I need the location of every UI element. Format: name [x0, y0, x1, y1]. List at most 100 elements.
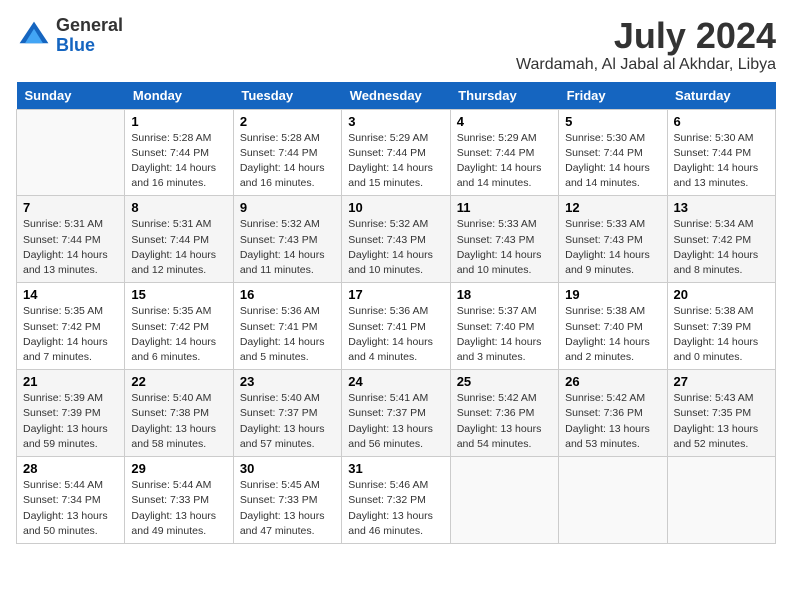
calendar-cell: 26Sunrise: 5:42 AMSunset: 7:36 PMDayligh… — [559, 370, 667, 457]
day-number: 17 — [348, 287, 443, 302]
day-number: 8 — [131, 200, 226, 215]
day-number: 11 — [457, 200, 552, 215]
day-number: 20 — [674, 287, 769, 302]
weekday-header-thursday: Thursday — [450, 82, 558, 110]
calendar-cell: 13 Sunrise: 5:34 AMSunset: 7:42 PMDayligh… — [667, 196, 775, 283]
calendar-cell: 17 Sunrise: 5:36 AMSunset: 7:41 PMDayligh… — [342, 283, 450, 370]
logo-general: General — [56, 15, 123, 35]
day-number: 5 — [565, 114, 660, 129]
day-info: Sunrise: 5:31 AMSunset: 7:44 PMDaylight:… — [131, 217, 226, 278]
calendar-cell: 5Sunrise: 5:30 AMSunset: 7:44 PMDaylight… — [559, 109, 667, 196]
calendar-cell: 31 Sunrise: 5:46 AMSunset: 7:32 PMDayligh… — [342, 457, 450, 544]
day-number: 30 — [240, 461, 335, 476]
day-info: Sunrise: 5:31 AMSunset: 7:44 PMDaylight:… — [23, 217, 118, 278]
day-info: Sunrise: 5:32 AMSunset: 7:43 PMDaylight:… — [348, 217, 443, 278]
day-info: Sunrise: 5:44 AMSunset: 7:34 PMDaylight:… — [23, 478, 118, 539]
calendar-cell: 6 Sunrise: 5:30 AMSunset: 7:44 PMDaylight… — [667, 109, 775, 196]
day-info: Sunrise: 5:35 AMSunset: 7:42 PMDaylight:… — [23, 304, 118, 365]
calendar-cell: 7Sunrise: 5:31 AMSunset: 7:44 PMDaylight… — [17, 196, 125, 283]
day-number: 27 — [674, 374, 769, 389]
day-number: 6 — [674, 114, 769, 129]
calendar-cell: 18Sunrise: 5:37 AMSunset: 7:40 PMDayligh… — [450, 283, 558, 370]
week-row-1: 1 Sunrise: 5:28 AMSunset: 7:44 PMDaylight… — [17, 109, 776, 196]
day-number: 24 — [348, 374, 443, 389]
day-number: 2 — [240, 114, 335, 129]
calendar-cell: 29 Sunrise: 5:44 AMSunset: 7:33 PMDayligh… — [125, 457, 233, 544]
calendar-cell: 24 Sunrise: 5:41 AMSunset: 7:37 PMDayligh… — [342, 370, 450, 457]
logo-blue: Blue — [56, 35, 95, 55]
day-number: 1 — [131, 114, 226, 129]
day-info: Sunrise: 5:30 AMSunset: 7:44 PMDaylight:… — [674, 131, 769, 192]
calendar-cell: 30Sunrise: 5:45 AMSunset: 7:33 PMDayligh… — [233, 457, 341, 544]
logo-text: General Blue — [56, 16, 123, 56]
weekday-header-sunday: Sunday — [17, 82, 125, 110]
day-number: 28 — [23, 461, 118, 476]
day-number: 12 — [565, 200, 660, 215]
calendar-cell: 28 Sunrise: 5:44 AMSunset: 7:34 PMDayligh… — [17, 457, 125, 544]
calendar-cell: 12 Sunrise: 5:33 AMSunset: 7:43 PMDayligh… — [559, 196, 667, 283]
day-number: 31 — [348, 461, 443, 476]
day-info: Sunrise: 5:44 AMSunset: 7:33 PMDaylight:… — [131, 478, 226, 539]
day-info: Sunrise: 5:46 AMSunset: 7:32 PMDaylight:… — [348, 478, 443, 539]
calendar-cell: 8 Sunrise: 5:31 AMSunset: 7:44 PMDaylight… — [125, 196, 233, 283]
day-info: Sunrise: 5:42 AMSunset: 7:36 PMDaylight:… — [565, 391, 660, 452]
day-info: Sunrise: 5:36 AMSunset: 7:41 PMDaylight:… — [348, 304, 443, 365]
day-info: Sunrise: 5:28 AMSunset: 7:44 PMDaylight:… — [240, 131, 335, 192]
calendar-cell: 25 Sunrise: 5:42 AMSunset: 7:36 PMDayligh… — [450, 370, 558, 457]
calendar-table: SundayMondayTuesdayWednesdayThursdayFrid… — [16, 82, 776, 544]
calendar-cell — [17, 109, 125, 196]
calendar-cell: 19 Sunrise: 5:38 AMSunset: 7:40 PMDayligh… — [559, 283, 667, 370]
day-number: 19 — [565, 287, 660, 302]
day-info: Sunrise: 5:42 AMSunset: 7:36 PMDaylight:… — [457, 391, 552, 452]
day-info: Sunrise: 5:34 AMSunset: 7:42 PMDaylight:… — [674, 217, 769, 278]
calendar-cell: 27 Sunrise: 5:43 AMSunset: 7:35 PMDayligh… — [667, 370, 775, 457]
calendar-cell: 2 Sunrise: 5:28 AMSunset: 7:44 PMDaylight… — [233, 109, 341, 196]
week-row-3: 14 Sunrise: 5:35 AMSunset: 7:42 PMDayligh… — [17, 283, 776, 370]
calendar-cell: 21 Sunrise: 5:39 AMSunset: 7:39 PMDayligh… — [17, 370, 125, 457]
day-info: Sunrise: 5:38 AMSunset: 7:40 PMDaylight:… — [565, 304, 660, 365]
day-number: 22 — [131, 374, 226, 389]
day-number: 21 — [23, 374, 118, 389]
calendar-cell: 16Sunrise: 5:36 AMSunset: 7:41 PMDayligh… — [233, 283, 341, 370]
weekday-header-tuesday: Tuesday — [233, 82, 341, 110]
calendar-cell: 3Sunrise: 5:29 AMSunset: 7:44 PMDaylight… — [342, 109, 450, 196]
weekday-header-friday: Friday — [559, 82, 667, 110]
day-info: Sunrise: 5:29 AMSunset: 7:44 PMDaylight:… — [457, 131, 552, 192]
calendar-cell — [450, 457, 558, 544]
day-info: Sunrise: 5:28 AMSunset: 7:44 PMDaylight:… — [131, 131, 226, 192]
day-number: 29 — [131, 461, 226, 476]
day-info: Sunrise: 5:37 AMSunset: 7:40 PMDaylight:… — [457, 304, 552, 365]
calendar-cell: 10 Sunrise: 5:32 AMSunset: 7:43 PMDayligh… — [342, 196, 450, 283]
day-info: Sunrise: 5:41 AMSunset: 7:37 PMDaylight:… — [348, 391, 443, 452]
day-number: 10 — [348, 200, 443, 215]
day-number: 16 — [240, 287, 335, 302]
week-row-4: 21 Sunrise: 5:39 AMSunset: 7:39 PMDayligh… — [17, 370, 776, 457]
day-info: Sunrise: 5:33 AMSunset: 7:43 PMDaylight:… — [457, 217, 552, 278]
calendar-cell: 9Sunrise: 5:32 AMSunset: 7:43 PMDaylight… — [233, 196, 341, 283]
day-number: 3 — [348, 114, 443, 129]
calendar-cell: 4 Sunrise: 5:29 AMSunset: 7:44 PMDaylight… — [450, 109, 558, 196]
logo-icon — [16, 18, 52, 54]
weekday-header-monday: Monday — [125, 82, 233, 110]
calendar-cell: 22 Sunrise: 5:40 AMSunset: 7:38 PMDayligh… — [125, 370, 233, 457]
calendar-cell: 1 Sunrise: 5:28 AMSunset: 7:44 PMDaylight… — [125, 109, 233, 196]
day-number: 13 — [674, 200, 769, 215]
day-info: Sunrise: 5:33 AMSunset: 7:43 PMDaylight:… — [565, 217, 660, 278]
week-row-2: 7Sunrise: 5:31 AMSunset: 7:44 PMDaylight… — [17, 196, 776, 283]
day-number: 4 — [457, 114, 552, 129]
weekday-header-row: SundayMondayTuesdayWednesdayThursdayFrid… — [17, 82, 776, 110]
month-title: July 2024 — [516, 16, 776, 56]
calendar-cell: 20 Sunrise: 5:38 AMSunset: 7:39 PMDayligh… — [667, 283, 775, 370]
day-info: Sunrise: 5:40 AMSunset: 7:37 PMDaylight:… — [240, 391, 335, 452]
day-number: 25 — [457, 374, 552, 389]
day-number: 15 — [131, 287, 226, 302]
day-info: Sunrise: 5:43 AMSunset: 7:35 PMDaylight:… — [674, 391, 769, 452]
day-info: Sunrise: 5:35 AMSunset: 7:42 PMDaylight:… — [131, 304, 226, 365]
day-info: Sunrise: 5:39 AMSunset: 7:39 PMDaylight:… — [23, 391, 118, 452]
weekday-header-saturday: Saturday — [667, 82, 775, 110]
calendar-cell: 14 Sunrise: 5:35 AMSunset: 7:42 PMDayligh… — [17, 283, 125, 370]
day-number: 14 — [23, 287, 118, 302]
weekday-header-wednesday: Wednesday — [342, 82, 450, 110]
day-info: Sunrise: 5:40 AMSunset: 7:38 PMDaylight:… — [131, 391, 226, 452]
day-info: Sunrise: 5:38 AMSunset: 7:39 PMDaylight:… — [674, 304, 769, 365]
